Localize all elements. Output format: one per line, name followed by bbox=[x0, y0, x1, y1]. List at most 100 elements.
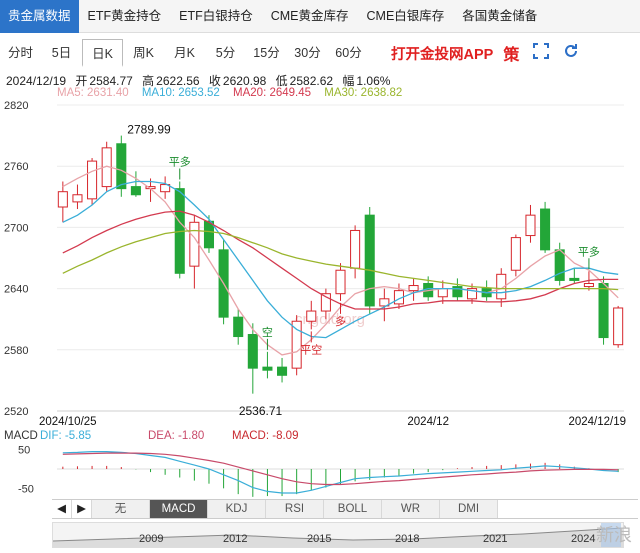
tab-cme-silver-inventory[interactable]: CME白银库存 bbox=[358, 0, 454, 33]
candle-up bbox=[72, 194, 83, 203]
macd-y-tick-label: 50 bbox=[18, 445, 30, 457]
ma20-label: MA20: 2649.45 bbox=[233, 87, 312, 99]
y-tick-label: 2760 bbox=[4, 161, 28, 173]
refresh-icon[interactable] bbox=[563, 43, 579, 64]
candle-down bbox=[540, 208, 551, 251]
tab-etf-silver-holdings[interactable]: ETF白银持仓 bbox=[170, 0, 262, 33]
indicator-wr[interactable]: WR bbox=[382, 500, 440, 518]
high-price-label: 2789.99 bbox=[127, 123, 171, 137]
open-app-link[interactable]: 打开金投网APP bbox=[391, 43, 493, 64]
period-30min[interactable]: 30分 bbox=[287, 39, 328, 67]
candle-up bbox=[510, 237, 521, 271]
ma5-label: MA5: 2631.40 bbox=[57, 87, 129, 99]
candle-up bbox=[408, 285, 419, 292]
candle-down bbox=[262, 366, 273, 371]
candle-up bbox=[350, 229, 361, 269]
timeline-year: 2024 bbox=[571, 533, 596, 545]
x-tick-label: 2024/10/25 bbox=[39, 416, 97, 428]
info-open: 2584.77 bbox=[89, 74, 133, 88]
strategy-button[interactable]: 策 bbox=[503, 41, 519, 65]
timeline-year: 2015 bbox=[307, 533, 332, 545]
indicator-macd[interactable]: MACD bbox=[150, 500, 208, 518]
candle-down bbox=[277, 366, 288, 376]
y-tick-label: 2700 bbox=[4, 222, 28, 234]
top-nav: 贵金属数据 ETF黄金持仓 ETF白银持仓 CME黄金库存 CME白银库存 各国… bbox=[0, 0, 640, 33]
period-daily-k[interactable]: 日K bbox=[82, 39, 123, 67]
info-close: 2620.98 bbox=[222, 74, 267, 88]
timeline-year: 2018 bbox=[395, 533, 420, 545]
candle-down bbox=[569, 277, 580, 281]
ma-legend: MA5: 2631.40 MA10: 2653.52 MA20: 2649.45… bbox=[57, 87, 412, 99]
candle-up bbox=[613, 307, 624, 346]
tab-etf-gold-holdings[interactable]: ETF黄金持仓 bbox=[79, 0, 171, 33]
y-tick-label: 2520 bbox=[4, 406, 28, 418]
candle-up bbox=[57, 191, 68, 208]
arrow-left-icon[interactable]: ◀ bbox=[52, 500, 72, 518]
signal-label: 平多 bbox=[578, 244, 600, 258]
y-tick-label: 2580 bbox=[4, 345, 28, 357]
candle-up bbox=[335, 269, 346, 295]
candle-down bbox=[598, 283, 609, 339]
info-date: 2024/12/19 bbox=[6, 74, 67, 88]
candle-down bbox=[116, 143, 127, 190]
period-5day[interactable]: 5日 bbox=[41, 39, 82, 67]
tab-national-gold-reserves[interactable]: 各国黄金储备 bbox=[453, 0, 546, 33]
timeline-year: 2021 bbox=[483, 533, 508, 545]
candle-down bbox=[554, 249, 565, 281]
info-open-label: 开 bbox=[75, 74, 88, 88]
tab-cme-gold-inventory[interactable]: CME黄金库存 bbox=[262, 0, 358, 33]
candle-up bbox=[525, 214, 536, 237]
ma30-label: MA30: 2638.82 bbox=[324, 87, 403, 99]
indicator-rsi[interactable]: RSI bbox=[266, 500, 324, 518]
signal-label: 平空 bbox=[300, 342, 322, 356]
info-amp: 1.06% bbox=[356, 74, 391, 88]
indicator-dmi[interactable]: DMI bbox=[440, 500, 498, 518]
signal-label: 平多 bbox=[169, 155, 191, 169]
indicator-none[interactable]: 无 bbox=[92, 500, 150, 518]
period-bar: 分时 5日 日K 周K 月K 5分 15分 30分 60分 打开金投网APP 策 bbox=[0, 38, 640, 68]
low-price-label: 2536.71 bbox=[239, 404, 283, 418]
y-tick-label: 2820 bbox=[4, 100, 28, 112]
macd-value-label: MACD: -8.09 bbox=[232, 430, 298, 442]
info-low-label: 低 bbox=[275, 74, 288, 88]
period-intraday[interactable]: 分时 bbox=[0, 39, 41, 67]
macd-dea-label: DEA: -1.80 bbox=[148, 430, 204, 442]
candle-down bbox=[364, 214, 375, 307]
fullscreen-icon[interactable] bbox=[533, 42, 550, 64]
candle-down bbox=[130, 186, 141, 196]
period-weekly-k[interactable]: 周K bbox=[123, 39, 164, 67]
candle-up bbox=[189, 221, 200, 267]
y-tick-label: 2640 bbox=[4, 284, 28, 296]
candle-up bbox=[583, 283, 594, 288]
info-high: 2622.56 bbox=[156, 74, 200, 88]
info-close-label: 收 bbox=[208, 74, 221, 88]
macd-title: MACD bbox=[4, 430, 38, 442]
period-15min[interactable]: 15分 bbox=[246, 39, 287, 67]
info-amp-label: 幅 bbox=[342, 74, 355, 88]
period-5min[interactable]: 5分 bbox=[205, 39, 246, 67]
ma10-label: MA10: 2653.52 bbox=[141, 87, 220, 99]
candle-up bbox=[87, 160, 98, 200]
x-tick-label: 2024/12 bbox=[407, 416, 449, 428]
indicator-boll[interactable]: BOLL bbox=[324, 500, 382, 518]
kline-chart[interactable]: cngold.org2520258026402700276028202789.9… bbox=[0, 100, 640, 498]
sina-logo: 新浪 bbox=[596, 525, 632, 545]
timeline-year: 2009 bbox=[139, 533, 164, 545]
period-60min[interactable]: 60分 bbox=[328, 39, 369, 67]
info-low: 2582.62 bbox=[289, 74, 334, 88]
info-high-label: 高 bbox=[142, 74, 155, 88]
candle-up bbox=[437, 288, 448, 298]
timeline-navigator[interactable]: 2009 2012 2015 2018 2021 2024 bbox=[52, 522, 624, 548]
arrow-right-icon[interactable]: ▶ bbox=[72, 500, 92, 518]
candle-up bbox=[306, 310, 317, 322]
indicator-toolbar: ◀ ▶ 无 MACD KDJ RSI BOLL WR DMI bbox=[52, 499, 638, 519]
indicator-kdj[interactable]: KDJ bbox=[208, 500, 266, 518]
candle-down bbox=[203, 220, 215, 249]
macd-y-tick-label: -50 bbox=[18, 483, 34, 495]
period-monthly-k[interactable]: 月K bbox=[164, 39, 205, 67]
signal-label: 多 bbox=[335, 314, 346, 328]
macd-dif-label: DIF: -5.85 bbox=[40, 430, 91, 442]
signal-label: 空 bbox=[262, 325, 273, 339]
tab-precious-metals-data[interactable]: 贵金属数据 bbox=[0, 0, 79, 33]
x-tick-label: 2024/12/19 bbox=[568, 416, 626, 428]
